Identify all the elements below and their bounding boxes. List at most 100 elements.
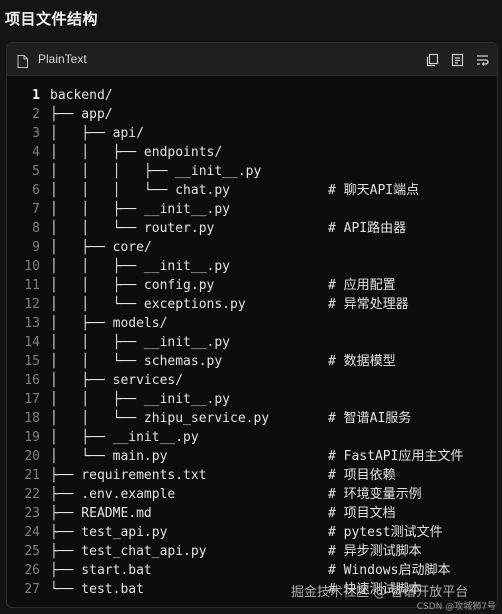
- code-line: 11 │ │ ├── config.py # 应用配置: [7, 276, 497, 295]
- code-line: 21 ├── requirements.txt # 项目依赖: [7, 466, 497, 485]
- line-number: 8: [32, 221, 40, 236]
- code-line: 12 │ │ └── exceptions.py # 异常处理器: [7, 295, 497, 314]
- code-text: │ ├── services/: [50, 373, 184, 388]
- code-text: │ │ │ └── chat.py: [50, 183, 231, 198]
- code-line: 15 │ │ └── schemas.py # 数据模型: [7, 352, 497, 371]
- code-line: 25 ├── test_chat_api.py # 异步测试脚本: [7, 542, 497, 561]
- code-comment: # 项目依赖: [328, 468, 396, 483]
- line-number: 27: [24, 582, 40, 597]
- line-number: 2: [32, 107, 40, 122]
- code-line: 6 │ │ │ └── chat.py # 聊天API端点: [7, 181, 497, 200]
- line-number: 3: [32, 126, 40, 141]
- code-comment: # 异常处理器: [328, 297, 409, 312]
- code-text: │ ├── core/: [50, 240, 152, 255]
- code-comment: # Windows启动脚本: [328, 563, 451, 578]
- line-number: 7: [32, 202, 40, 217]
- line-number: 4: [32, 145, 40, 160]
- line-number: 24: [24, 525, 40, 540]
- code-text: backend/: [50, 88, 113, 103]
- code-block: PlainText 1 backend/ 2 ├── app/ 3 │ ├── …: [6, 42, 498, 608]
- code-text: │ │ └── zhipu_service.py: [50, 411, 270, 426]
- line-number: 9: [32, 240, 40, 255]
- line-number: 16: [24, 373, 40, 388]
- code-comment: # 应用配置: [328, 278, 396, 293]
- code-line: 7 │ │ ├── __init__.py: [7, 200, 497, 219]
- code-line: 13 │ ├── models/: [7, 314, 497, 333]
- watermark-overlay: 掘金技术社区 @ 智谱开放平台: [291, 585, 469, 600]
- line-number: 14: [24, 335, 40, 350]
- code-text: │ │ └── router.py: [50, 221, 215, 236]
- line-number: 10: [24, 259, 40, 274]
- code-line: 8 │ │ └── router.py # API路由器: [7, 219, 497, 238]
- code-line: 10 │ │ ├── __init__.py: [7, 257, 497, 276]
- code-comment: # 项目文档: [328, 506, 396, 521]
- code-line: 17 │ │ ├── __init__.py: [7, 390, 497, 409]
- code-comment: # 环境变量示例: [328, 487, 422, 502]
- wrap-icon[interactable]: [476, 52, 489, 66]
- code-line: 5 │ │ │ ├── __init__.py: [7, 162, 497, 181]
- code-text: └── test.bat: [50, 582, 144, 597]
- code-text: │ │ └── exceptions.py: [50, 297, 246, 312]
- language-label: PlainText: [38, 52, 87, 66]
- code-toolbar: [426, 52, 489, 67]
- line-number: 21: [24, 468, 40, 483]
- code-line: 3 │ ├── api/: [7, 124, 497, 143]
- code-line: 19 │ ├── __init__.py: [7, 428, 497, 447]
- line-number: 6: [32, 183, 40, 198]
- code-comment: # 智谱AI服务: [328, 411, 412, 426]
- line-number: 12: [24, 297, 40, 312]
- file-icon: [17, 53, 28, 68]
- code-text: ├── app/: [50, 107, 113, 122]
- code-text: ├── start.bat: [50, 563, 152, 578]
- collapse-icon[interactable]: [426, 52, 439, 67]
- code-line: 23 ├── README.md # 项目文档: [7, 504, 497, 523]
- code-text: │ │ ├── __init__.py: [50, 202, 231, 217]
- code-text: │ │ ├── endpoints/: [50, 145, 223, 160]
- line-number: 17: [24, 392, 40, 407]
- line-number: 22: [24, 487, 40, 502]
- code-line: 20 │ └── main.py # FastAPI应用主文件: [7, 447, 497, 466]
- code-line: 22 ├── .env.example # 环境变量示例: [7, 485, 497, 504]
- code-text: ├── test_chat_api.py: [50, 544, 207, 559]
- copy-icon[interactable]: [451, 52, 464, 67]
- code-line: 26 ├── start.bat # Windows启动脚本: [7, 561, 497, 580]
- line-number: 26: [24, 563, 40, 578]
- line-number: 19: [24, 430, 40, 445]
- code-line: 9 │ ├── core/: [7, 238, 497, 257]
- line-number: 1: [32, 88, 40, 103]
- code-text: │ ├── models/: [50, 316, 168, 331]
- code-text: │ ├── api/: [50, 126, 144, 141]
- code-comment: # API路由器: [328, 221, 407, 236]
- code-text: │ │ ├── __init__.py: [50, 335, 231, 350]
- code-lines: 1 backend/2 ├── app/3 │ ├── api/4 │ │ ├── en…: [7, 86, 497, 599]
- code-comment: # 聊天API端点: [328, 183, 420, 198]
- code-line: 18 │ │ └── zhipu_service.py # 智谱AI服务: [7, 409, 497, 428]
- code-text: │ │ ├── __init__.py: [50, 392, 231, 407]
- code-line: 16 │ ├── services/: [7, 371, 497, 390]
- line-number: 18: [24, 411, 40, 426]
- code-text: │ │ ├── __init__.py: [50, 259, 231, 274]
- code-text: ├── .env.example: [50, 487, 176, 502]
- code-line: 24 ├── test_api.py # pytest测试文件: [7, 523, 497, 542]
- code-line: 1 backend/: [7, 86, 497, 105]
- code-text: ├── test_api.py: [50, 525, 168, 540]
- code-line: 4 │ │ ├── endpoints/: [7, 143, 497, 162]
- code-comment: # 异步测试脚本: [328, 544, 422, 559]
- code-block-header: PlainText: [7, 43, 497, 76]
- code-text: │ │ ├── config.py: [50, 278, 215, 293]
- code-line: 2 ├── app/: [7, 105, 497, 124]
- line-number: 13: [24, 316, 40, 331]
- code-text: │ └── main.py: [50, 449, 168, 464]
- code-comment: # pytest测试文件: [328, 525, 443, 540]
- code-text: │ ├── __init__.py: [50, 430, 199, 445]
- code-text: │ │ │ ├── __init__.py: [50, 164, 262, 179]
- line-number: 11: [24, 278, 40, 293]
- code-comment: # FastAPI应用主文件: [328, 449, 464, 464]
- page-title: 项目文件结构: [5, 10, 99, 28]
- code-text: ├── README.md: [50, 506, 152, 521]
- watermark-footer: CSDN @攻城狮7号: [416, 602, 496, 612]
- code-text: ├── requirements.txt: [50, 468, 207, 483]
- code-line: 14 │ │ ├── __init__.py: [7, 333, 497, 352]
- line-number: 23: [24, 506, 40, 521]
- line-number: 5: [32, 164, 40, 179]
